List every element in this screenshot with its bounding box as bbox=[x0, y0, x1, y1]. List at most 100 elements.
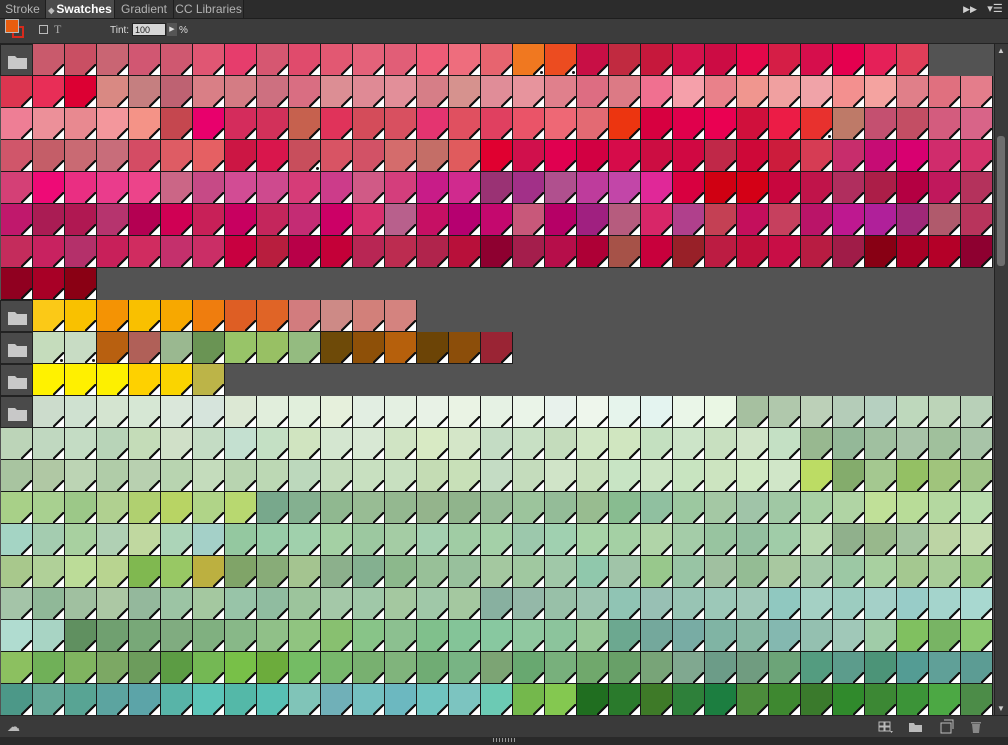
swatch[interactable] bbox=[673, 76, 705, 108]
swatch[interactable] bbox=[769, 620, 801, 652]
swatch[interactable] bbox=[321, 204, 353, 236]
swatch[interactable] bbox=[865, 556, 897, 588]
swatch[interactable] bbox=[65, 204, 97, 236]
swatch[interactable] bbox=[673, 524, 705, 556]
swatch[interactable] bbox=[737, 588, 769, 620]
swatch[interactable] bbox=[449, 652, 481, 684]
swatch[interactable] bbox=[833, 428, 865, 460]
folder-icon[interactable] bbox=[0, 44, 33, 76]
swatch[interactable] bbox=[865, 236, 897, 268]
swatch[interactable] bbox=[129, 652, 161, 684]
swatch[interactable] bbox=[385, 396, 417, 428]
swatch[interactable] bbox=[513, 44, 545, 76]
swatch[interactable] bbox=[129, 108, 161, 140]
swatch[interactable] bbox=[769, 524, 801, 556]
swatch[interactable] bbox=[929, 652, 961, 684]
swatch[interactable] bbox=[897, 652, 929, 684]
swatch[interactable] bbox=[289, 108, 321, 140]
swatch[interactable] bbox=[865, 204, 897, 236]
swatch[interactable] bbox=[865, 108, 897, 140]
swatch[interactable] bbox=[65, 652, 97, 684]
swatch[interactable] bbox=[673, 620, 705, 652]
swatch[interactable] bbox=[865, 684, 897, 715]
swatch[interactable] bbox=[833, 492, 865, 524]
swatch[interactable] bbox=[257, 332, 289, 364]
swatch[interactable] bbox=[321, 428, 353, 460]
swatch[interactable] bbox=[929, 172, 961, 204]
panel-menu-icon[interactable]: ▾☰ bbox=[984, 1, 1006, 17]
swatch[interactable] bbox=[865, 524, 897, 556]
swatch[interactable] bbox=[833, 556, 865, 588]
swatch[interactable] bbox=[705, 140, 737, 172]
swatch[interactable] bbox=[385, 428, 417, 460]
swatch[interactable] bbox=[513, 684, 545, 715]
swatch[interactable] bbox=[193, 556, 225, 588]
swatch[interactable] bbox=[65, 76, 97, 108]
swatch[interactable] bbox=[449, 236, 481, 268]
swatch[interactable] bbox=[449, 684, 481, 715]
swatch[interactable] bbox=[289, 332, 321, 364]
swatch[interactable] bbox=[545, 396, 577, 428]
swatch-views-icon[interactable] bbox=[878, 719, 894, 735]
swatch[interactable] bbox=[769, 556, 801, 588]
swatch[interactable] bbox=[193, 588, 225, 620]
swatch[interactable] bbox=[449, 460, 481, 492]
swatch[interactable] bbox=[33, 204, 65, 236]
swatch[interactable] bbox=[353, 300, 385, 332]
swatch[interactable] bbox=[929, 684, 961, 715]
swatch[interactable] bbox=[289, 492, 321, 524]
swatch[interactable] bbox=[161, 300, 193, 332]
swatch[interactable] bbox=[545, 620, 577, 652]
swatch[interactable] bbox=[481, 460, 513, 492]
swatch[interactable] bbox=[609, 428, 641, 460]
swatch[interactable] bbox=[1, 204, 33, 236]
swatch[interactable] bbox=[609, 588, 641, 620]
swatch[interactable] bbox=[833, 236, 865, 268]
swatch[interactable] bbox=[673, 396, 705, 428]
swatch[interactable] bbox=[897, 492, 929, 524]
swatch[interactable] bbox=[833, 620, 865, 652]
swatch[interactable] bbox=[897, 588, 929, 620]
swatch[interactable] bbox=[673, 652, 705, 684]
swatch[interactable] bbox=[161, 684, 193, 715]
swatch[interactable] bbox=[961, 588, 993, 620]
swatch[interactable] bbox=[257, 524, 289, 556]
swatch[interactable] bbox=[961, 556, 993, 588]
swatch[interactable] bbox=[289, 588, 321, 620]
swatch[interactable] bbox=[97, 332, 129, 364]
swatch[interactable] bbox=[897, 620, 929, 652]
swatch[interactable] bbox=[545, 684, 577, 715]
swatch[interactable] bbox=[1, 460, 33, 492]
swatch[interactable] bbox=[385, 524, 417, 556]
swatch[interactable] bbox=[673, 460, 705, 492]
swatch[interactable] bbox=[481, 556, 513, 588]
swatch[interactable] bbox=[65, 140, 97, 172]
swatch[interactable] bbox=[97, 652, 129, 684]
swatch[interactable] bbox=[385, 492, 417, 524]
swatch[interactable] bbox=[257, 44, 289, 76]
swatch[interactable] bbox=[609, 172, 641, 204]
swatch[interactable] bbox=[193, 652, 225, 684]
swatch[interactable] bbox=[673, 588, 705, 620]
swatch[interactable] bbox=[481, 140, 513, 172]
swatch[interactable] bbox=[225, 652, 257, 684]
swatch[interactable] bbox=[769, 76, 801, 108]
swatch[interactable] bbox=[193, 684, 225, 715]
swatch[interactable] bbox=[481, 428, 513, 460]
swatch[interactable] bbox=[33, 172, 65, 204]
swatch[interactable] bbox=[769, 236, 801, 268]
swatch[interactable] bbox=[833, 76, 865, 108]
swatch[interactable] bbox=[33, 364, 65, 396]
swatch[interactable] bbox=[481, 620, 513, 652]
swatch[interactable] bbox=[225, 172, 257, 204]
swatch[interactable] bbox=[513, 460, 545, 492]
swatch[interactable] bbox=[129, 172, 161, 204]
folder-icon[interactable] bbox=[0, 396, 33, 428]
swatch[interactable] bbox=[289, 620, 321, 652]
swatch[interactable] bbox=[225, 428, 257, 460]
tint-slider-arrow-icon[interactable]: ▶ bbox=[167, 23, 177, 36]
swatch[interactable] bbox=[449, 204, 481, 236]
swatch[interactable] bbox=[545, 140, 577, 172]
swatch[interactable] bbox=[161, 396, 193, 428]
swatch[interactable] bbox=[609, 460, 641, 492]
